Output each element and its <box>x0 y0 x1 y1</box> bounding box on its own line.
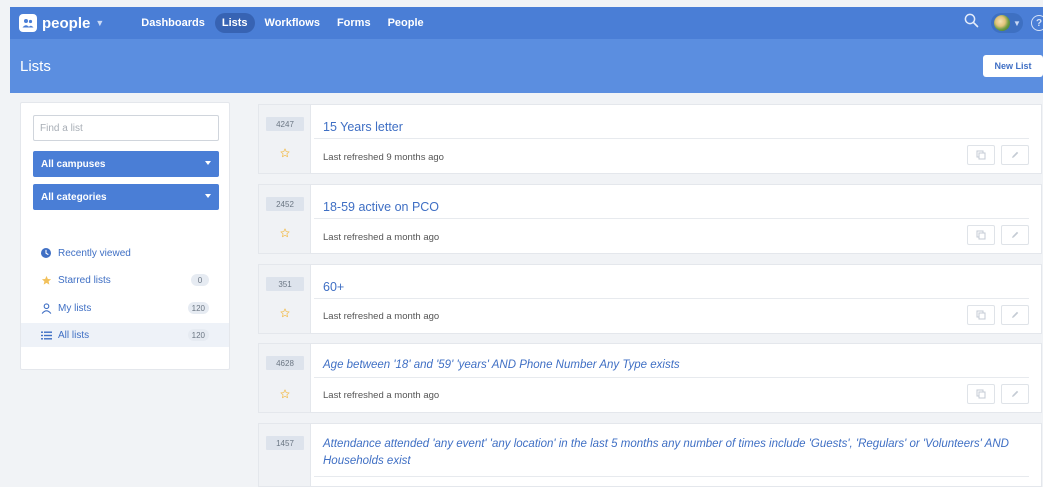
star-icon <box>40 275 52 286</box>
nav-lists[interactable]: Lists <box>214 13 255 33</box>
star-icon[interactable] <box>277 225 293 241</box>
sidebar-item-label: All lists <box>58 329 90 341</box>
edit-button[interactable] <box>1001 145 1029 165</box>
list-item: 4628 Age between '18' and '59' 'years' A… <box>258 343 1042 413</box>
people-logo-icon <box>19 14 37 32</box>
sidebar-item-label: My lists <box>58 302 92 314</box>
divider <box>314 377 1029 378</box>
sidebar-item-label: Recently viewed <box>58 247 131 259</box>
nav-dashboards[interactable]: Dashboards <box>134 13 212 33</box>
avatar <box>994 15 1010 31</box>
caret-down-icon <box>205 194 211 198</box>
list-item: 4247 15 Years letter Last refreshed 9 mo… <box>258 104 1042 174</box>
page-title: Lists <box>20 58 51 75</box>
sidebar-item-recently-viewed[interactable]: Recently viewed <box>21 241 229 265</box>
list-title-link[interactable]: Age between '18' and '59' 'years' AND Ph… <box>323 357 1013 374</box>
find-list-input[interactable] <box>33 115 219 141</box>
list-item-meta: 4628 <box>259 344 311 412</box>
list-refreshed-text: Last refreshed a month ago <box>323 232 440 243</box>
list-title-link[interactable]: 18-59 active on PCO <box>323 199 1013 216</box>
chevron-down-icon: ▼ <box>1013 18 1021 28</box>
list-title-link[interactable]: Attendance attended 'any event' 'any loc… <box>323 436 1013 470</box>
caret-down-icon <box>205 161 211 165</box>
star-icon[interactable] <box>277 386 293 402</box>
refresh-button[interactable] <box>967 384 995 404</box>
edit-button[interactable] <box>1001 305 1029 325</box>
list-count-badge: 351 <box>266 277 304 291</box>
main-nav: Dashboards Lists Workflows Forms People <box>134 13 433 33</box>
campus-select[interactable]: All campuses <box>33 151 219 177</box>
list-count-badge: 4247 <box>266 117 304 131</box>
list-item: 2452 18-59 active on PCO Last refreshed … <box>258 184 1042 254</box>
sidebar-item-label: Starred lists <box>58 274 111 286</box>
page-header: Lists New List <box>10 39 1043 93</box>
help-icon[interactable]: ? <box>1031 15 1043 31</box>
edit-button[interactable] <box>1001 384 1029 404</box>
count-badge: 120 <box>187 302 209 314</box>
list-item-meta: 2452 <box>259 185 311 253</box>
person-icon <box>40 302 52 314</box>
category-select[interactable]: All categories <box>33 184 219 210</box>
list-refreshed-text: Last refreshed a month ago <box>323 390 440 401</box>
divider <box>314 138 1029 139</box>
top-nav: people ▼ Dashboards Lists Workflows Form… <box>10 7 1043 39</box>
list-item-meta: 4247 <box>259 105 311 173</box>
list-item: 351 60+ Last refreshed a month ago <box>258 264 1042 334</box>
sidebar: All campuses All categories Recently vie… <box>20 102 230 370</box>
list-title-link[interactable]: 15 Years letter <box>323 119 1013 136</box>
star-icon[interactable] <box>277 145 293 161</box>
nav-people[interactable]: People <box>381 13 431 33</box>
app-name: people <box>42 14 91 32</box>
sidebar-item-starred-lists[interactable]: Starred lists 0 <box>21 268 229 292</box>
list-count-badge: 2452 <box>266 197 304 211</box>
refresh-button[interactable] <box>967 225 995 245</box>
list-title-link[interactable]: 60+ <box>323 279 1013 296</box>
search-icon[interactable] <box>964 13 979 33</box>
list-item: 1457 Attendance attended 'any event' 'an… <box>258 423 1042 487</box>
refresh-button[interactable] <box>967 305 995 325</box>
divider <box>314 218 1029 219</box>
nav-forms[interactable]: Forms <box>330 13 378 33</box>
clock-icon <box>40 248 52 258</box>
divider <box>314 476 1029 477</box>
list-count-badge: 1457 <box>266 436 304 450</box>
list-refreshed-text: Last refreshed 9 months ago <box>323 152 444 163</box>
count-badge: 120 <box>187 329 209 341</box>
sidebar-item-all-lists[interactable]: All lists 120 <box>21 323 229 347</box>
nav-workflows[interactable]: Workflows <box>258 13 327 33</box>
user-menu[interactable]: ▼ <box>991 13 1023 33</box>
list-item-meta: 1457 <box>259 424 311 486</box>
chevron-down-icon: ▼ <box>95 18 105 28</box>
refresh-button[interactable] <box>967 145 995 165</box>
list-item-meta: 351 <box>259 265 311 333</box>
list-count-badge: 4628 <box>266 356 304 370</box>
nav-right: ▼ ? <box>964 7 1043 39</box>
count-badge: 0 <box>191 274 209 286</box>
new-list-button[interactable]: New List <box>983 55 1043 77</box>
edit-button[interactable] <box>1001 225 1029 245</box>
campus-select-value: All campuses <box>41 158 106 170</box>
sidebar-item-my-lists[interactable]: My lists 120 <box>21 296 229 320</box>
star-icon[interactable] <box>277 305 293 321</box>
category-select-value: All categories <box>41 191 107 203</box>
divider <box>314 298 1029 299</box>
list-icon <box>40 331 52 340</box>
list-refreshed-text: Last refreshed a month ago <box>323 311 440 322</box>
app-switcher[interactable]: people ▼ <box>19 14 104 32</box>
